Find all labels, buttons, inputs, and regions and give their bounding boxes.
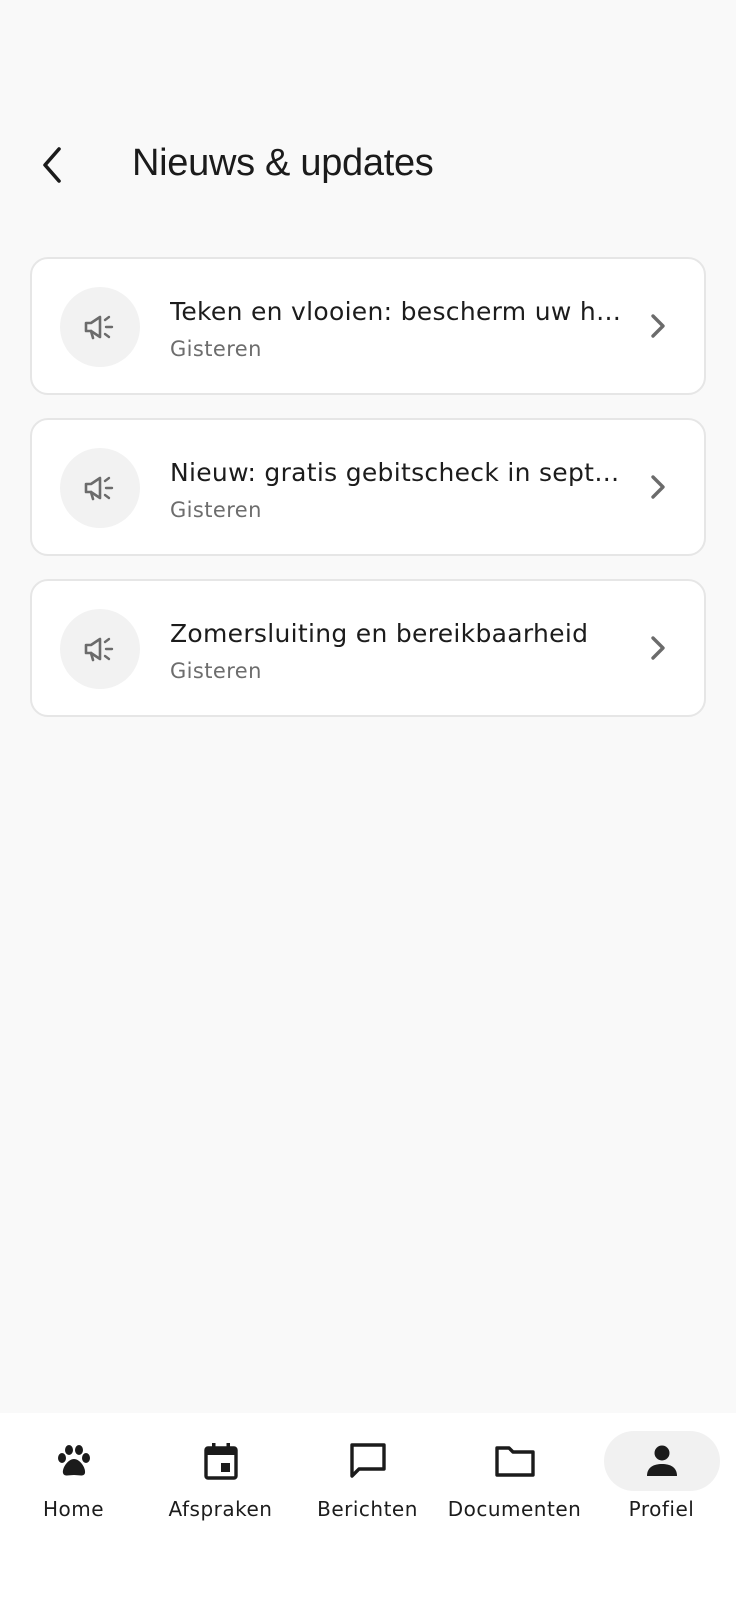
megaphone-icon [84,476,114,501]
chevron-left-icon [43,147,61,183]
nav-item-profiel[interactable]: Profiel [588,1431,735,1541]
person-icon [646,1445,677,1476]
nav-label-profiel: Profiel [628,1497,695,1521]
news-icon-circle [60,287,140,367]
news-list: Teken en vlooien: bescherm uw hui... Gis… [30,257,706,740]
nav-item-berichten[interactable]: Berichten [294,1431,441,1541]
chat-icon [349,1443,386,1478]
news-item[interactable]: Nieuw: gratis gebitscheck in septe... Gi… [30,418,706,556]
news-title: Teken en vlooien: bescherm uw hui... [170,297,630,326]
news-item[interactable]: Zomersluiting en bereikbaarheid Gisteren [30,579,706,717]
nav-item-documenten[interactable]: Documenten [441,1431,588,1541]
news-date: Gisteren [170,498,262,522]
news-date: Gisteren [170,337,262,361]
page-title: Nieuws & updates [132,142,434,184]
news-icon-circle [60,609,140,689]
back-button[interactable] [30,140,74,190]
nav-item-home[interactable]: Home [0,1431,147,1541]
news-date: Gisteren [170,659,262,683]
paw-icon [57,1445,90,1476]
calendar-icon [203,1443,238,1480]
news-icon-circle [60,448,140,528]
news-screen: Nieuws & updates Teken en vlooien: besch… [0,0,736,1600]
megaphone-icon [84,315,114,340]
chevron-right-icon [646,633,670,663]
active-indicator [603,1431,720,1491]
nav-label-afspraken: Afspraken [168,1497,273,1521]
chevron-right-icon [646,472,670,502]
megaphone-icon [84,637,114,662]
news-title: Nieuw: gratis gebitscheck in septe... [170,458,630,487]
header: Nieuws & updates [0,130,736,200]
news-item[interactable]: Teken en vlooien: bescherm uw hui... Gis… [30,257,706,395]
news-title: Zomersluiting en bereikbaarheid [170,619,589,648]
nav-label-berichten: Berichten [317,1497,418,1521]
nav-item-afspraken[interactable]: Afspraken [147,1431,294,1541]
chevron-right-icon [646,311,670,341]
nav-label-documenten: Documenten [447,1497,582,1521]
folder-icon [494,1446,535,1477]
nav-label-home: Home [42,1497,105,1521]
bottom-navigation: Home Afspraken Berichten Documenten Prof… [0,1413,736,1600]
